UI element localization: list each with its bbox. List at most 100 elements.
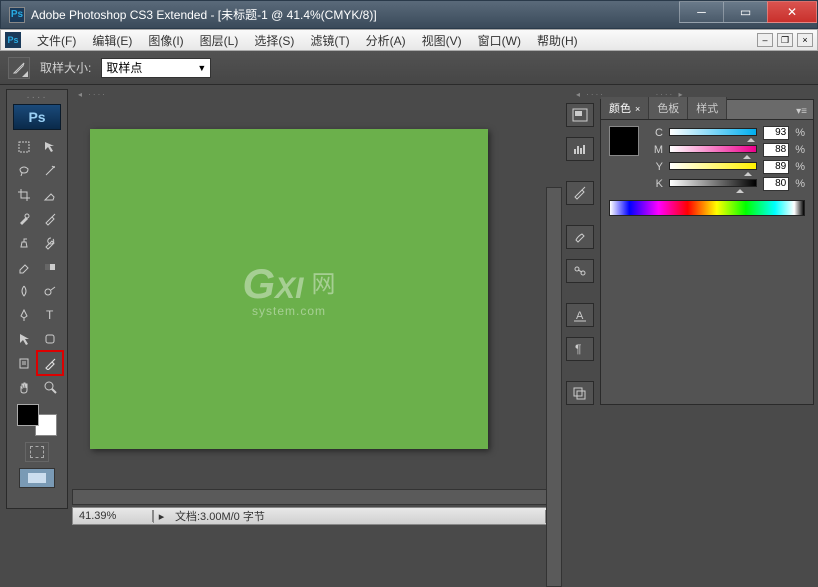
menu-window[interactable]: 窗口(W) [470, 30, 529, 51]
magenta-slider-row: M 88 % [649, 143, 805, 157]
magenta-slider[interactable] [669, 145, 757, 155]
menu-analysis[interactable]: 分析(A) [358, 30, 414, 51]
status-arrow-icon[interactable]: ▸ [153, 510, 169, 523]
yellow-value-input[interactable]: 89 [763, 160, 789, 174]
current-tool-icon[interactable] [8, 57, 30, 79]
notes-tool[interactable] [12, 352, 36, 374]
menu-bar: Ps 文件(F) 编辑(E) 图像(I) 图层(L) 选择(S) 滤镜(T) 分… [0, 29, 818, 51]
screen-mode-toggle[interactable] [19, 468, 55, 488]
blur-tool[interactable] [12, 280, 36, 302]
app-icon: Ps [9, 7, 25, 23]
marquee-tool[interactable] [12, 136, 36, 158]
menu-filter[interactable]: 滤镜(T) [302, 30, 357, 51]
panel-menu-icon[interactable]: ▾≡ [790, 104, 813, 119]
sample-size-label: 取样大小: [40, 59, 91, 76]
hand-tool[interactable] [12, 376, 36, 398]
cyan-label: C [649, 127, 663, 139]
ps-mini-icon: Ps [5, 32, 21, 48]
menu-select[interactable]: 选择(S) [246, 30, 302, 51]
menu-help[interactable]: 帮助(H) [529, 30, 586, 51]
lasso-tool[interactable] [12, 160, 36, 182]
brush-tool[interactable] [38, 208, 62, 230]
history-brush-tool[interactable] [38, 232, 62, 254]
type-tool[interactable]: T [38, 304, 62, 326]
color-tab[interactable]: 颜色× [601, 97, 649, 119]
sample-size-value: 取样点 [106, 59, 142, 76]
cyan-value-input[interactable]: 93 [763, 126, 789, 140]
clone-stamp-tool[interactable] [12, 232, 36, 254]
yellow-label: Y [649, 161, 663, 173]
zoom-level[interactable]: 41.39% [73, 510, 153, 522]
sample-size-select[interactable]: 取样点 ▼ [101, 58, 211, 78]
color-preview-swatch[interactable] [609, 126, 639, 156]
black-slider-row: K 80 % [649, 177, 805, 191]
color-panel: 颜色× 色板 样式 ▾≡ C 93 [600, 99, 814, 405]
color-spectrum[interactable] [609, 200, 805, 216]
move-tool[interactable] [38, 136, 62, 158]
menu-file[interactable]: 文件(F) [29, 30, 84, 51]
clone-source-panel-icon[interactable] [566, 259, 594, 283]
quick-mask-toggle[interactable] [25, 442, 49, 462]
canvas-viewport[interactable]: GXI网 system.com [72, 99, 562, 489]
healing-brush-tool[interactable] [12, 208, 36, 230]
crop-tool[interactable] [12, 184, 36, 206]
horizontal-scrollbar[interactable] [72, 489, 562, 505]
canvas-grip[interactable]: ◂ ···· [72, 89, 562, 99]
cyan-slider[interactable] [669, 128, 757, 138]
options-bar: 取样大小: 取样点 ▼ [0, 51, 818, 85]
doc-close-button[interactable]: × [797, 33, 813, 47]
foreground-color-swatch[interactable] [17, 404, 39, 426]
path-selection-tool[interactable] [12, 328, 36, 350]
magic-wand-tool[interactable] [38, 160, 62, 182]
doc-restore-button[interactable]: ❐ [777, 33, 793, 47]
gradient-tool[interactable] [38, 256, 62, 278]
percent-label: % [795, 127, 805, 139]
document-canvas[interactable]: GXI网 system.com [90, 129, 488, 449]
slice-tool[interactable] [38, 184, 62, 206]
title-bar: Ps Adobe Photoshop CS3 Extended - [未标题-1… [0, 0, 818, 29]
document-info[interactable]: 文档:3.00M/0 字节 [169, 508, 545, 524]
minimize-button[interactable]: ─ [679, 1, 724, 23]
tool-presets-panel-icon[interactable] [566, 181, 594, 205]
menu-edit[interactable]: 编辑(E) [84, 30, 140, 51]
pen-tool[interactable] [12, 304, 36, 326]
panel-tabs: 颜色× 色板 样式 ▾≡ [601, 100, 813, 120]
menu-image[interactable]: 图像(I) [140, 30, 191, 51]
color-swatches[interactable] [17, 404, 57, 436]
svg-text:¶: ¶ [575, 342, 581, 356]
toolbox: Ps T [6, 89, 68, 509]
paragraph-panel-icon[interactable]: ¶ [566, 337, 594, 361]
yellow-slider[interactable] [669, 162, 757, 172]
layer-comps-panel-icon[interactable] [566, 381, 594, 405]
black-label: K [649, 178, 663, 190]
toolbox-grip[interactable] [17, 94, 57, 100]
character-panel-icon[interactable]: A [566, 303, 594, 327]
menu-layer[interactable]: 图层(L) [192, 30, 247, 51]
maximize-button[interactable]: ▭ [723, 1, 768, 23]
percent-label: % [795, 144, 805, 156]
black-slider[interactable] [669, 179, 757, 189]
swatches-tab[interactable]: 色板 [649, 97, 688, 119]
histogram-panel-icon[interactable] [566, 137, 594, 161]
shape-tool[interactable] [38, 328, 62, 350]
watermark: GXI网 system.com [242, 260, 335, 318]
magenta-value-input[interactable]: 88 [763, 143, 789, 157]
window-title: Adobe Photoshop CS3 Extended - [未标题-1 @ … [31, 6, 680, 23]
dodge-tool[interactable] [38, 280, 62, 302]
brush-panel-icon[interactable] [566, 225, 594, 249]
close-button[interactable]: ✕ [767, 1, 817, 23]
eyedropper-tool[interactable] [38, 352, 62, 374]
navigator-panel-icon[interactable] [566, 103, 594, 127]
close-tab-icon[interactable]: × [635, 104, 640, 114]
zoom-tool[interactable] [38, 376, 62, 398]
black-value-input[interactable]: 80 [763, 177, 789, 191]
doc-minimize-button[interactable]: – [757, 33, 773, 47]
dropdown-arrow-icon: ▼ [197, 63, 206, 73]
svg-text:T: T [46, 308, 54, 322]
right-dock: ◂ ···· ···· ▸ A ¶ 颜色× 色板 样式 ▾≡ [566, 85, 818, 525]
ps-logo: Ps [13, 104, 61, 130]
menu-view[interactable]: 视图(V) [414, 30, 470, 51]
vertical-scrollbar[interactable] [546, 187, 562, 587]
styles-tab[interactable]: 样式 [688, 97, 727, 119]
eraser-tool[interactable] [12, 256, 36, 278]
